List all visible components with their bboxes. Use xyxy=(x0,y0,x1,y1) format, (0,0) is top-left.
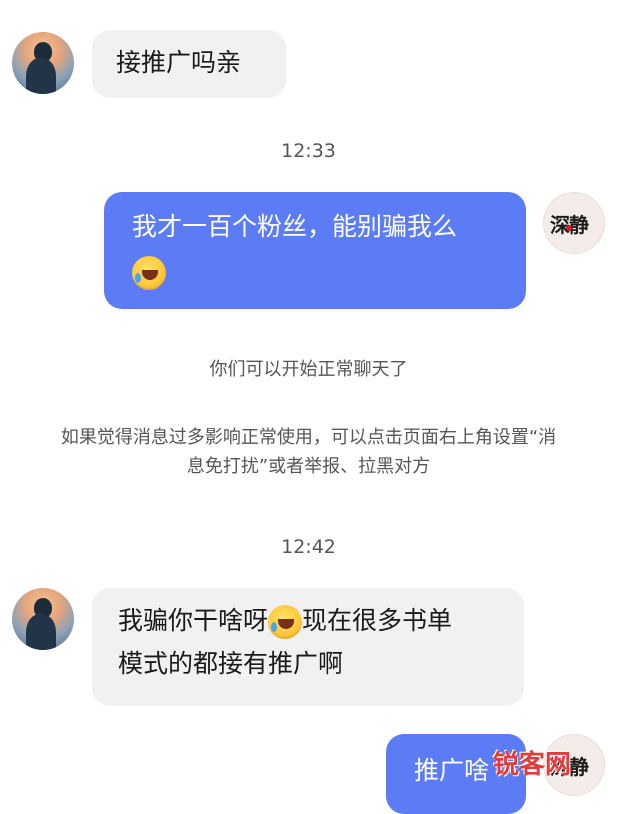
message-line: 我骗你干啥呀 现在很多书单 xyxy=(118,600,498,643)
contact-avatar[interactable] xyxy=(12,32,74,94)
message-text: 现在很多书单 xyxy=(302,606,453,635)
message-bubble-received[interactable]: 接推广吗亲 xyxy=(92,30,286,98)
site-watermark: 锐客网 xyxy=(492,750,571,780)
avatar-silhouette-body xyxy=(26,614,56,650)
avatar-label: 深静 xyxy=(550,209,589,238)
message-timestamp: 12:42 xyxy=(281,536,336,558)
rofl-emoji-icon xyxy=(132,255,166,290)
system-notice-line: 息免打扰”或者举报、拉黑对方 xyxy=(186,455,431,477)
message-line: 模式的都接有推广啊 xyxy=(118,648,344,678)
message-bubble-received[interactable]: 我骗你干啥呀 现在很多书单 模式的都接有推广啊 xyxy=(92,588,524,706)
message-text: 接推广吗亲 xyxy=(116,48,242,77)
my-avatar[interactable]: 深静 xyxy=(543,192,605,254)
message-text: 我骗你干啥呀 xyxy=(118,606,269,635)
message-bubble-sent[interactable]: 我才一百个粉丝，能别骗我么 xyxy=(104,192,526,309)
system-notice-chat-started: 你们可以开始正常聊天了 xyxy=(209,359,408,380)
rofl-emoji-icon xyxy=(268,605,303,639)
message-text: 我才一百个粉丝，能别骗我么 xyxy=(132,212,458,241)
message-text: 推广啥 xyxy=(414,756,490,785)
avatar-silhouette-body xyxy=(26,58,56,94)
system-notice-line: 如果觉得消息过多影响正常使用，可以点击页面右上角设置“消 xyxy=(60,427,557,448)
system-notice-settings: 如果觉得消息过多影响正常使用，可以点击页面右上角设置“消 息免打扰”或者举报、拉… xyxy=(0,424,617,482)
emoji-row xyxy=(132,251,498,294)
message-timestamp: 12:33 xyxy=(281,140,336,162)
contact-avatar[interactable] xyxy=(12,588,74,650)
avatar-accent-dot xyxy=(566,225,572,231)
